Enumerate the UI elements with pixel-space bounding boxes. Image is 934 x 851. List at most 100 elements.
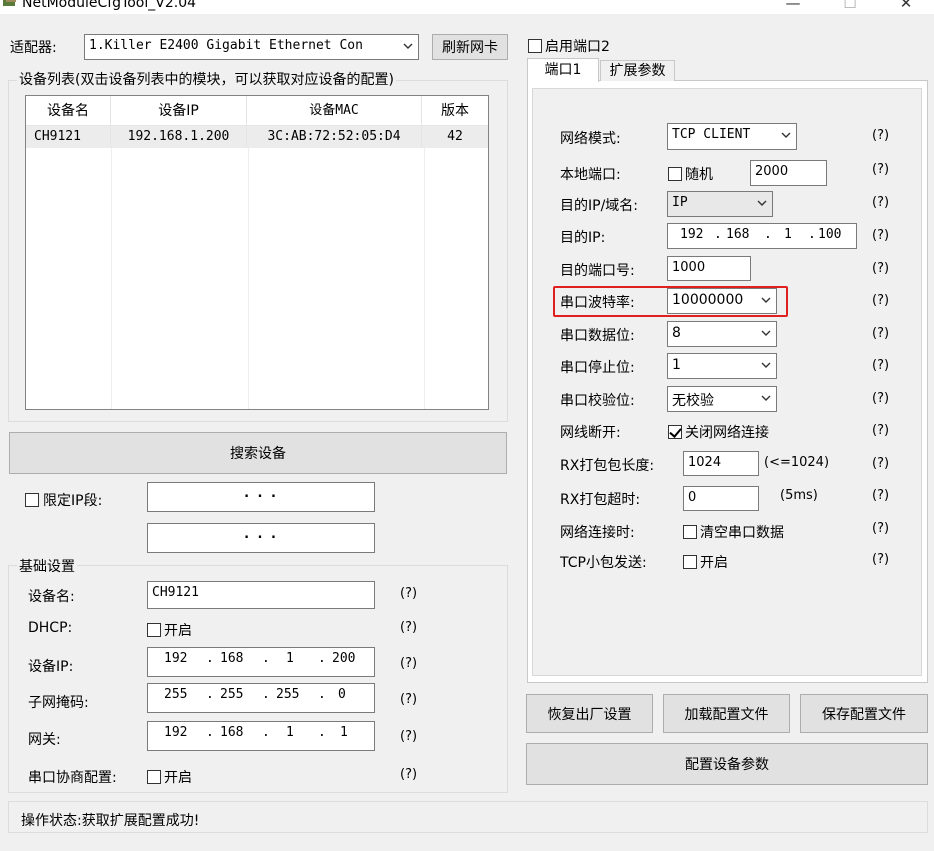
tcp-small-checkbox-row[interactable]: 开启 bbox=[683, 552, 728, 572]
net-mode-value: TCP CLIENT bbox=[672, 127, 751, 142]
tab-port1[interactable]: 端口1 bbox=[527, 58, 599, 82]
ip-range-end-input[interactable]: . . . bbox=[147, 523, 375, 553]
stop-bits-select[interactable]: 1 bbox=[667, 353, 777, 379]
help-icon[interactable]: (?) bbox=[872, 293, 889, 308]
subnet-mask-label: 子网掩码: bbox=[28, 695, 89, 711]
help-icon[interactable]: (?) bbox=[400, 692, 417, 707]
help-icon[interactable]: (?) bbox=[872, 162, 889, 177]
apply-config-button[interactable]: 配置设备参数 bbox=[526, 743, 928, 785]
rx-timeout-input[interactable]: 0 bbox=[683, 486, 759, 511]
help-icon[interactable]: (?) bbox=[872, 552, 889, 567]
title-bar: NetModuleCfgTool_V2.04 — ☐ ✕ bbox=[0, 0, 934, 14]
ip-limit-checkbox[interactable] bbox=[25, 493, 39, 507]
help-icon[interactable]: (?) bbox=[872, 423, 889, 438]
device-ip-input[interactable]: 192 . 168 . 1 . 200 bbox=[147, 647, 375, 677]
parity-select[interactable]: 无校验 bbox=[667, 386, 777, 412]
help-icon[interactable]: (?) bbox=[872, 128, 889, 143]
help-icon[interactable]: (?) bbox=[872, 228, 889, 243]
baud-rate-label: 串口波特率: bbox=[560, 295, 635, 311]
ip-octet: 1 bbox=[286, 725, 294, 740]
serial-negotiation-checkbox-row[interactable]: 开启 bbox=[147, 767, 192, 787]
random-port-checkbox-row[interactable]: 随机 bbox=[668, 164, 713, 184]
gateway-label: 网关: bbox=[28, 732, 61, 748]
minimize-button[interactable]: — bbox=[783, 0, 803, 12]
cell-version: 42 bbox=[447, 129, 463, 144]
help-icon[interactable]: (?) bbox=[872, 521, 889, 536]
dhcp-checkbox-row[interactable]: 开启 bbox=[147, 620, 192, 640]
local-port-input[interactable]: 2000 bbox=[750, 160, 827, 186]
clear-serial-checkbox-row[interactable]: 清空串口数据 bbox=[683, 522, 784, 542]
adapter-select[interactable]: 1.Killer E2400 Gigabit Ethernet Con bbox=[84, 34, 419, 60]
help-icon[interactable]: (?) bbox=[872, 488, 889, 503]
data-bits-select[interactable]: 8 bbox=[667, 321, 777, 347]
close-connection-checkbox[interactable] bbox=[668, 425, 682, 439]
cable-disconnect-label: 网线断开: bbox=[560, 425, 621, 441]
refresh-adapter-button[interactable]: 刷新网卡 bbox=[432, 34, 508, 60]
ip-octet: 168 bbox=[220, 651, 244, 666]
load-config-button[interactable]: 加载配置文件 bbox=[663, 694, 790, 733]
help-icon[interactable]: (?) bbox=[872, 391, 889, 406]
tcp-small-checkbox[interactable] bbox=[683, 555, 697, 569]
help-icon[interactable]: (?) bbox=[400, 767, 417, 782]
status-bar: 操作状态:获取扩展配置成功! bbox=[8, 801, 928, 833]
close-connection-checkbox-row[interactable]: 关闭网络连接 bbox=[668, 422, 769, 442]
help-icon[interactable]: (?) bbox=[400, 729, 417, 744]
random-port-checkbox[interactable] bbox=[668, 167, 682, 181]
device-name-input[interactable]: CH9121 bbox=[147, 581, 375, 609]
net-connect-label: 网络连接时: bbox=[560, 525, 635, 541]
save-config-button[interactable]: 保存配置文件 bbox=[800, 694, 928, 733]
window-title: NetModuleCfgTool_V2.04 bbox=[22, 0, 197, 11]
help-icon[interactable]: (?) bbox=[872, 358, 889, 373]
enable-port2-checkbox-row[interactable]: 启用端口2 bbox=[528, 36, 610, 56]
chevron-down-icon bbox=[761, 362, 771, 368]
dest-port-input[interactable]: 1000 bbox=[667, 256, 751, 281]
ip-limit-checkbox-row[interactable]: 限定IP段: bbox=[25, 490, 102, 510]
subnet-mask-input[interactable]: 255 . 255 . 255 . 0 bbox=[147, 683, 375, 713]
rx-length-hint: (<=1024) bbox=[764, 455, 830, 470]
random-port-label: 随机 bbox=[685, 167, 713, 183]
help-icon[interactable]: (?) bbox=[872, 326, 889, 341]
net-mode-select[interactable]: TCP CLIENT bbox=[667, 123, 797, 150]
ip-dot: . bbox=[206, 687, 214, 702]
gateway-input[interactable]: 192 . 168 . 1 . 1 bbox=[147, 721, 375, 751]
restore-factory-button[interactable]: 恢复出厂设置 bbox=[526, 694, 653, 733]
dest-type-select[interactable]: IP bbox=[667, 191, 773, 217]
help-icon[interactable]: (?) bbox=[872, 261, 889, 276]
ip-dot: . bbox=[764, 227, 772, 242]
column-header[interactable]: 版本 bbox=[422, 96, 488, 125]
close-button[interactable]: ✕ bbox=[896, 0, 916, 12]
ip-range-start-input[interactable]: . . . bbox=[147, 482, 375, 512]
maximize-button[interactable]: ☐ bbox=[840, 0, 860, 12]
dest-ip-input[interactable]: 192 . 168 . 1 . 100 bbox=[667, 223, 857, 249]
device-table[interactable]: 设备名 设备IP 设备MAC 版本 CH9121 192.168.1.200 3… bbox=[25, 95, 489, 410]
column-header[interactable]: 设备IP bbox=[111, 96, 247, 125]
help-icon[interactable]: (?) bbox=[872, 195, 889, 210]
dest-ip-label: 目的IP: bbox=[560, 230, 606, 246]
clear-serial-checkbox[interactable] bbox=[683, 525, 697, 539]
enable-port2-checkbox[interactable] bbox=[528, 39, 542, 53]
dest-type-label: 目的IP/域名: bbox=[560, 198, 639, 214]
baud-rate-select[interactable]: 10000000 bbox=[667, 288, 777, 314]
column-header[interactable]: 设备MAC bbox=[247, 96, 422, 125]
ip-octet: 1 bbox=[286, 651, 294, 666]
serial-negotiation-checkbox[interactable] bbox=[147, 770, 161, 784]
rx-packet-length-input[interactable]: 1024 bbox=[683, 451, 759, 476]
ip-octet: 1 bbox=[784, 227, 792, 242]
tcp-small-packet-label: TCP小包发送: bbox=[560, 555, 647, 571]
ip-dot: . bbox=[318, 651, 326, 666]
tab-extended-params[interactable]: 扩展参数 bbox=[600, 60, 675, 81]
table-row[interactable]: CH9121 192.168.1.200 3C:AB:72:52:05:D4 4… bbox=[26, 126, 488, 148]
chevron-down-icon bbox=[761, 297, 771, 303]
column-header[interactable]: 设备名 bbox=[26, 96, 111, 125]
ip-dot: . bbox=[714, 227, 722, 242]
dest-type-value: IP bbox=[672, 195, 688, 210]
help-icon[interactable]: (?) bbox=[400, 620, 417, 635]
dhcp-checkbox[interactable] bbox=[147, 623, 161, 637]
cell-device-ip: 192.168.1.200 bbox=[111, 126, 247, 148]
help-icon[interactable]: (?) bbox=[400, 586, 417, 601]
serial-negotiation-enable-label: 开启 bbox=[164, 770, 192, 786]
help-icon[interactable]: (?) bbox=[400, 656, 417, 671]
help-icon[interactable]: (?) bbox=[872, 456, 889, 471]
search-devices-button[interactable]: 搜索设备 bbox=[9, 432, 507, 474]
dhcp-label: DHCP: bbox=[28, 620, 73, 636]
